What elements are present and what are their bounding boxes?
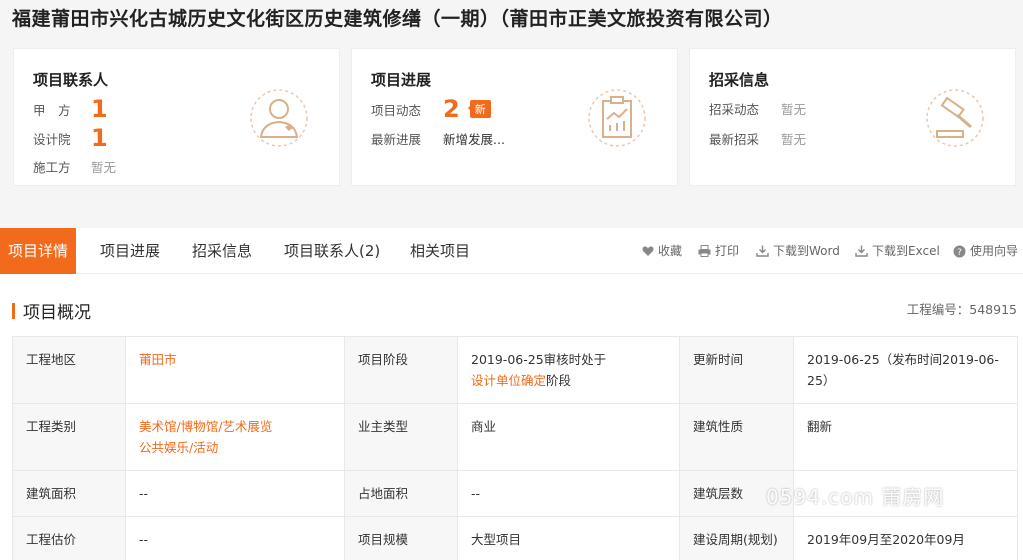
category-link-2[interactable]: 公共娱乐/活动 bbox=[139, 440, 218, 455]
section-title: 项目概况 bbox=[12, 298, 91, 323]
contact-owner-label: 甲 方 bbox=[33, 102, 71, 118]
scale-value: 大型项目 bbox=[457, 516, 680, 560]
section-accent-bar bbox=[12, 302, 15, 319]
stage-key: 项目阶段 bbox=[344, 336, 458, 404]
watermark: 0594.com 莆房网 bbox=[766, 485, 945, 509]
tab-project-details[interactable]: 项目详情 bbox=[0, 228, 77, 274]
gavel-icon bbox=[926, 89, 984, 147]
question-icon: ? bbox=[953, 245, 966, 258]
category-key: 工程类别 bbox=[12, 403, 126, 471]
project-number: 工程编号：548915 bbox=[907, 299, 1017, 318]
stage-value: 2019-06-25审核时处于 设计单位确定阶段 bbox=[457, 336, 680, 404]
stage-date-text: 2019-06-25审核时处于 bbox=[471, 352, 607, 367]
tab-contacts[interactable]: 项目联系人(2) bbox=[284, 228, 380, 274]
usage-guide-button[interactable]: ? 使用向导 bbox=[953, 228, 1018, 274]
download-word-button[interactable]: 下载到Word bbox=[756, 228, 840, 274]
table-row: 工程地区 莆田市 项目阶段 2019-06-25审核时处于 设计单位确定阶段 更… bbox=[12, 336, 1018, 404]
procurement-dynamics-label: 招采动态 bbox=[709, 102, 760, 117]
project-number-value: 548915 bbox=[969, 302, 1017, 317]
new-badge: 新 bbox=[467, 100, 491, 118]
contact-owner-count[interactable]: 1 bbox=[91, 97, 108, 121]
contact-row-builder: 施工方 暂无 bbox=[33, 157, 116, 176]
build-nature-key: 建筑性质 bbox=[679, 403, 794, 471]
build-area-value: -- bbox=[125, 470, 345, 517]
page-title: 福建莆田市兴化古城历史文化街区历史建筑修缮（一期）（莆田市正美文旅投资有限公司） bbox=[12, 8, 783, 30]
person-phone-icon bbox=[250, 89, 308, 147]
contacts-card[interactable]: 项目联系人 甲 方 1 设计院 1 施工方 暂无 bbox=[13, 48, 340, 186]
contact-row-owner[interactable]: 甲 方 1 bbox=[33, 97, 108, 121]
period-key: 建设周期(规划) bbox=[679, 516, 794, 560]
chart-clipboard-icon bbox=[588, 89, 646, 147]
procurement-row-dynamics: 招采动态 暂无 bbox=[709, 99, 806, 118]
contact-builder-value: 暂无 bbox=[91, 160, 117, 175]
contact-row-design[interactable]: 设计院 1 bbox=[33, 126, 108, 150]
build-area-key: 建筑面积 bbox=[12, 470, 126, 517]
category-value: 美术馆/博物馆/艺术展览 公共娱乐/活动 bbox=[125, 403, 345, 471]
progress-row-dynamics[interactable]: 项目动态 2 新 bbox=[371, 97, 491, 121]
progress-latest-value[interactable]: 新增发展... bbox=[443, 129, 505, 148]
region-key: 工程地区 bbox=[12, 336, 126, 404]
tab-related-projects[interactable]: 相关项目 bbox=[410, 228, 470, 274]
procurement-dynamics-value: 暂无 bbox=[781, 102, 807, 117]
print-button[interactable]: 打印 bbox=[698, 228, 739, 274]
contacts-card-title: 项目联系人 bbox=[33, 71, 109, 89]
procurement-card-title: 招采信息 bbox=[709, 71, 770, 89]
download-word-label: 下载到Word bbox=[773, 244, 840, 258]
scale-key: 项目规模 bbox=[344, 516, 458, 560]
region-link[interactable]: 莆田市 bbox=[139, 352, 177, 367]
progress-latest-label: 最新进展 bbox=[371, 132, 422, 147]
update-time-value: 2019-06-25（发布时间2019-06-25） bbox=[793, 336, 1018, 404]
estimate-key: 工程估价 bbox=[12, 516, 126, 560]
contact-design-label: 设计院 bbox=[33, 131, 71, 147]
table-row: 工程类别 美术馆/博物馆/艺术展览 公共娱乐/活动 业主类型 商业 建筑性质 翻… bbox=[12, 403, 1018, 471]
project-info-table: 工程地区 莆田市 项目阶段 2019-06-25审核时处于 设计单位确定阶段 更… bbox=[12, 336, 1018, 560]
tab-procurement[interactable]: 招采信息 bbox=[192, 228, 252, 274]
procurement-card[interactable]: 招采信息 招采动态 暂无 最新招采 暂无 bbox=[689, 48, 1016, 186]
progress-dynamics-label: 项目动态 bbox=[371, 102, 422, 118]
update-time-key: 更新时间 bbox=[679, 336, 794, 404]
period-value: 2019年09月至2020年09月 bbox=[793, 516, 1018, 560]
region-value: 莆田市 bbox=[125, 336, 345, 404]
printer-icon bbox=[698, 245, 711, 257]
progress-row-latest[interactable]: 最新进展 新增发展... bbox=[371, 129, 505, 148]
contact-design-count[interactable]: 1 bbox=[91, 126, 108, 150]
procurement-row-latest: 最新招采 暂无 bbox=[709, 129, 806, 148]
land-area-key: 占地面积 bbox=[344, 470, 458, 517]
usage-guide-label: 使用向导 bbox=[970, 244, 1019, 258]
progress-dynamics-count[interactable]: 2 bbox=[443, 97, 460, 121]
table-row: 工程估价 -- 项目规模 大型项目 建设周期(规划) 2019年09月至2020… bbox=[12, 516, 1018, 560]
estimate-value: -- bbox=[125, 516, 345, 560]
category-link-1[interactable]: 美术馆/博物馆/艺术展览 bbox=[139, 419, 272, 434]
build-nature-value: 翻新 bbox=[793, 403, 1018, 471]
stage-link[interactable]: 设计单位确定 bbox=[471, 373, 546, 388]
stage-suffix: 阶段 bbox=[546, 373, 572, 388]
favorite-label: 收藏 bbox=[658, 244, 683, 258]
tab-bar: 项目详情 项目进展 招采信息 项目联系人(2) 相关项目 收藏 打印 下载到Wo… bbox=[0, 228, 1023, 274]
owner-type-value: 商业 bbox=[457, 403, 680, 471]
progress-card-title: 项目进展 bbox=[371, 71, 432, 89]
download-excel-label: 下载到Excel bbox=[872, 244, 940, 258]
procurement-latest-value: 暂无 bbox=[781, 132, 807, 147]
heart-icon bbox=[642, 246, 654, 256]
project-number-label: 工程编号： bbox=[906, 302, 970, 317]
procurement-latest-label: 最新招采 bbox=[709, 132, 760, 147]
download-icon bbox=[756, 245, 769, 257]
favorite-button[interactable]: 收藏 bbox=[642, 228, 682, 274]
contact-builder-label: 施工方 bbox=[33, 160, 71, 175]
progress-card[interactable]: 项目进展 项目动态 2 新 最新进展 新增发展... bbox=[351, 48, 678, 186]
svg-text:?: ? bbox=[957, 248, 962, 258]
land-area-value: -- bbox=[457, 470, 680, 517]
tab-project-progress[interactable]: 项目进展 bbox=[100, 228, 160, 274]
section-title-text: 项目概况 bbox=[23, 303, 91, 323]
print-label: 打印 bbox=[715, 244, 740, 258]
download-icon bbox=[855, 245, 868, 257]
download-excel-button[interactable]: 下载到Excel bbox=[855, 228, 940, 274]
owner-type-key: 业主类型 bbox=[344, 403, 458, 471]
project-overview-section: 项目概况 工程编号：548915 工程地区 莆田市 项目阶段 2019-06-2… bbox=[0, 274, 1023, 560]
